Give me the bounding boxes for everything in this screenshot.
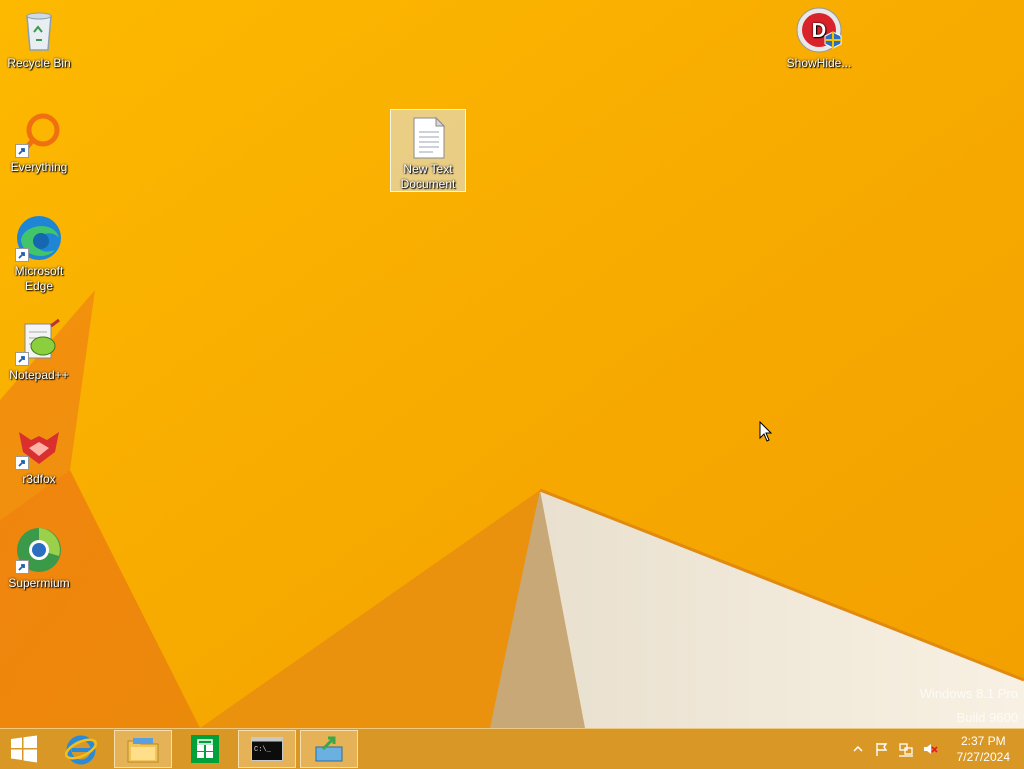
action-center-flag-icon[interactable]: [874, 741, 890, 757]
os-watermark-edition: Windows 8.1 Pro: [919, 686, 1018, 701]
desktop-icon-everything[interactable]: Everything: [1, 110, 77, 175]
internet-explorer-icon: [64, 735, 98, 765]
desktop-icon-label: New Text Document: [400, 162, 456, 191]
clock-date: 7/27/2024: [956, 750, 1010, 764]
desktop-icon-label: Everything: [10, 160, 68, 174]
desktop-icon-notepad-plus-plus[interactable]: Notepad++: [1, 318, 77, 383]
desktop-icon-label: Notepad++: [9, 368, 69, 382]
desktop-icon-microsoft-edge[interactable]: Microsoft Edge: [1, 214, 77, 294]
mouse-cursor-icon: [759, 421, 773, 442]
network-icon[interactable]: [898, 741, 914, 757]
recycle-bin-icon: [26, 12, 52, 51]
desktop-icon-new-text-document[interactable]: New Text Document: [390, 109, 466, 192]
text-document-icon: [413, 116, 446, 159]
windows-logo-icon: [11, 735, 37, 763]
os-watermark-build: Build 9600: [956, 710, 1018, 725]
desktop-icon-showhide[interactable]: D ShowHide...: [781, 6, 857, 71]
taskbar-file-explorer[interactable]: [114, 730, 172, 768]
start-button[interactable]: [0, 730, 48, 768]
store-icon: [191, 735, 219, 763]
svg-text:D: D: [812, 20, 826, 42]
svg-text:C:\_: C:\_: [254, 746, 272, 754]
desktop-icon-label: ShowHide...: [786, 56, 852, 70]
taskbar: C:\_ 2:37 PM 7/27/2024: [0, 728, 1024, 769]
file-explorer-icon: [127, 738, 159, 763]
showhide-icon: D: [796, 7, 842, 53]
desktop-icon-supermium[interactable]: Supermium: [1, 526, 77, 591]
show-hidden-icons-chevron-icon[interactable]: [850, 741, 866, 757]
shortcut-arrow-icon: [15, 248, 29, 262]
volume-muted-icon[interactable]: [922, 741, 938, 757]
shortcut-arrow-icon: [15, 352, 29, 366]
installer-icon: [315, 736, 343, 762]
desktop-icon-r3dfox[interactable]: r3dfox: [1, 422, 77, 487]
taskbar-internet-explorer[interactable]: [52, 730, 110, 768]
desktop-icon-label: Supermium: [8, 576, 70, 590]
command-prompt-icon: C:\_: [251, 737, 283, 761]
clock-time: 2:37 PM: [960, 734, 1006, 748]
desktop-icon-label: Recycle Bin: [7, 56, 71, 70]
taskbar-app-installer[interactable]: [300, 730, 358, 768]
desktop-icon-recycle-bin[interactable]: Recycle Bin: [1, 6, 77, 71]
taskbar-store[interactable]: [176, 730, 234, 768]
shortcut-arrow-icon: [15, 144, 29, 158]
shortcut-arrow-icon: [15, 560, 29, 574]
taskbar-command-prompt[interactable]: C:\_: [238, 730, 296, 768]
desktop-icon-label: Microsoft Edge: [14, 264, 64, 293]
taskbar-clock[interactable]: 2:37 PM 7/27/2024: [957, 733, 1010, 765]
desktop-wallpaper: [0, 0, 1024, 728]
shortcut-arrow-icon: [15, 456, 29, 470]
desktop-icon-label: r3dfox: [22, 472, 56, 486]
